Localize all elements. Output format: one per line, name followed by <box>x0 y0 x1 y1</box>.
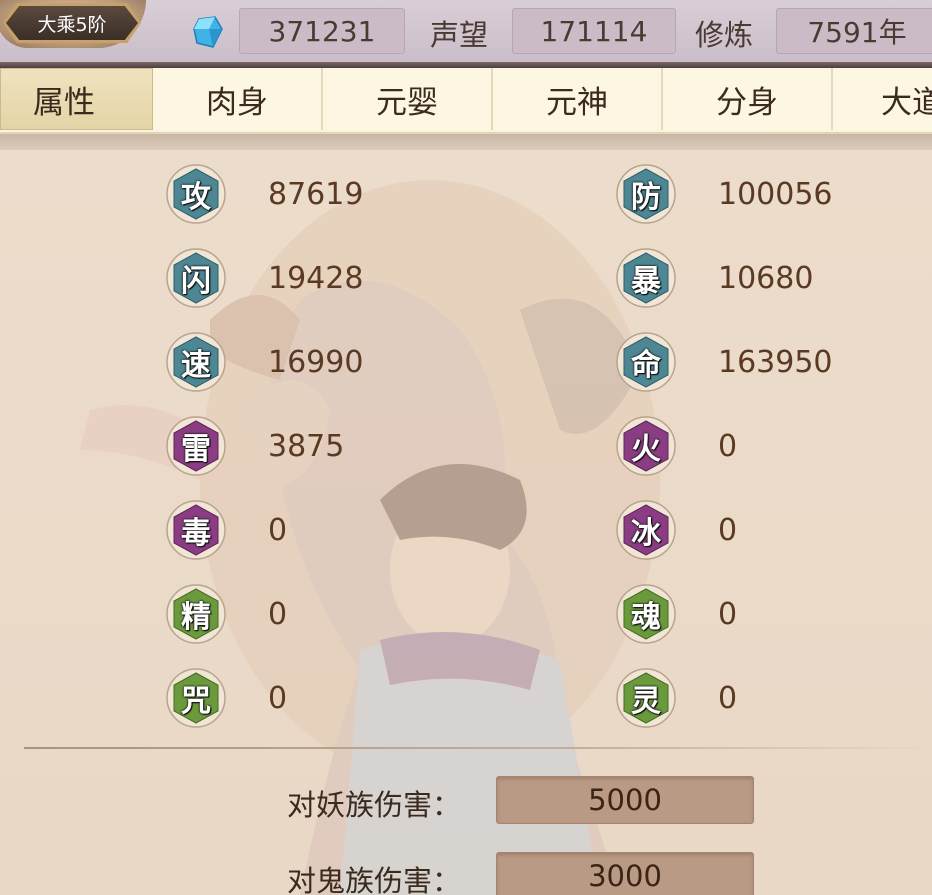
tab-underline <box>0 134 932 150</box>
soul-value: 0 <box>718 596 738 632</box>
tab-great-dao[interactable]: 大道 <box>833 68 932 130</box>
attr-spirit: 灵 0 <box>616 666 737 730</box>
prestige-label: 声望 <box>430 18 489 52</box>
essence-icon: 精 <box>166 584 226 644</box>
damage-vs-demons-row: 对妖族伤害： 5000 <box>0 776 932 826</box>
tab-avatar[interactable]: 分身 <box>663 68 833 130</box>
attr-critical: 暴 10680 <box>616 246 813 310</box>
attr-ice: 冰 0 <box>616 498 737 562</box>
tab-primordial-spirit[interactable]: 元神 <box>493 68 663 130</box>
tab-body[interactable]: 肉身 <box>153 68 323 130</box>
life-icon: 命 <box>616 332 676 392</box>
damage-vs-demons-value: 5000 <box>496 776 754 824</box>
poison-value: 0 <box>268 512 288 548</box>
fire-icon: 火 <box>616 416 676 476</box>
top-status-bar: 大乘5阶 371231 声望 171114 修炼 7591年 <box>0 0 932 68</box>
attr-thunder: 雷 3875 <box>166 414 344 478</box>
curse-value: 0 <box>268 680 288 716</box>
attr-soul: 魂 0 <box>616 582 737 646</box>
life-value: 163950 <box>718 344 833 380</box>
speed-value: 16990 <box>268 344 364 380</box>
attr-fire: 火 0 <box>616 414 737 478</box>
attack-value: 87619 <box>268 176 364 212</box>
soul-icon: 魂 <box>616 584 676 644</box>
tab-attributes[interactable]: 属性 <box>0 68 153 130</box>
cultivation-label: 修炼 <box>695 18 754 52</box>
ice-icon: 冰 <box>616 500 676 560</box>
prestige-value-box: 171114 <box>512 8 676 54</box>
damage-vs-ghosts-row: 对鬼族伤害： 3000 <box>0 852 932 895</box>
curse-icon: 咒 <box>166 668 226 728</box>
attr-curse: 咒 0 <box>166 666 287 730</box>
attr-speed: 速 16990 <box>166 330 363 394</box>
defense-icon: 防 <box>616 164 676 224</box>
attr-essence: 精 0 <box>166 582 287 646</box>
dodge-value: 19428 <box>268 260 364 296</box>
speed-icon: 速 <box>166 332 226 392</box>
damage-vs-ghosts-label: 对鬼族伤害： <box>287 864 462 895</box>
thunder-icon: 雷 <box>166 416 226 476</box>
attr-poison: 毒 0 <box>166 498 287 562</box>
cultivation-value-box: 7591年 <box>776 8 932 54</box>
attack-icon: 攻 <box>166 164 226 224</box>
spirit-value: 0 <box>718 680 738 716</box>
dodge-icon: 闪 <box>166 248 226 308</box>
attr-dodge: 闪 19428 <box>166 246 363 310</box>
attributes-panel: 攻 87619 闪 19428 速 16990 雷 3875 毒 0 精 0 咒… <box>0 150 932 895</box>
damage-vs-demons-label: 对妖族伤害： <box>287 788 462 822</box>
ice-value: 0 <box>718 512 738 548</box>
attr-attack: 攻 87619 <box>166 162 363 226</box>
damage-vs-ghosts-value: 3000 <box>496 852 754 895</box>
fire-value: 0 <box>718 428 738 464</box>
section-divider <box>24 747 932 749</box>
attr-life: 命 163950 <box>616 330 833 394</box>
critical-value: 10680 <box>718 260 814 296</box>
tab-bar: 属性 肉身 元婴 元神 分身 大道 <box>0 68 932 134</box>
tab-nascent-soul[interactable]: 元婴 <box>323 68 493 130</box>
rank-badge[interactable]: 大乘5阶 <box>6 6 138 40</box>
defense-value: 100056 <box>718 176 833 212</box>
attr-defense: 防 100056 <box>616 162 833 226</box>
spirit-icon: 灵 <box>616 668 676 728</box>
blue-gem-icon <box>193 16 223 48</box>
essence-value: 0 <box>268 596 288 632</box>
gem-value-box: 371231 <box>239 8 405 54</box>
critical-icon: 暴 <box>616 248 676 308</box>
poison-icon: 毒 <box>166 500 226 560</box>
thunder-value: 3875 <box>268 428 345 464</box>
